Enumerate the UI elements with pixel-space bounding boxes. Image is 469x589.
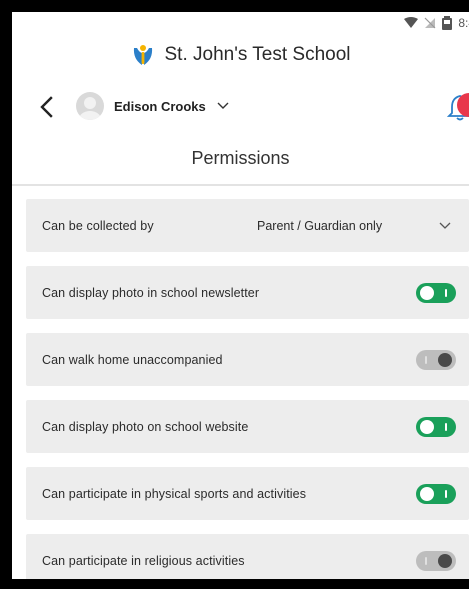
photo-website-toggle[interactable]: [416, 416, 456, 437]
permission-label: Can display photo on school website: [42, 419, 249, 434]
religious-toggle[interactable]: [416, 550, 456, 571]
avatar-placeholder-icon: [79, 97, 101, 120]
avatar[interactable]: [76, 92, 104, 120]
page-title: Permissions: [191, 148, 290, 168]
permission-collected-by[interactable]: Can be collected by Parent / Guardian on…: [26, 199, 469, 252]
no-signal-icon: [424, 17, 436, 29]
permission-label: Can walk home unaccompanied: [42, 352, 223, 367]
permission-sports: Can participate in physical sports and a…: [26, 467, 469, 520]
wifi-icon: [404, 17, 419, 29]
status-time: 8:4: [458, 16, 469, 30]
back-arrow-icon[interactable]: [38, 94, 56, 120]
divider: [12, 184, 469, 186]
permission-label: Can participate in physical sports and a…: [42, 486, 307, 501]
collected-by-select[interactable]: Parent / Guardian only: [257, 219, 382, 233]
permission-photo-newsletter: Can display photo in school newsletter: [26, 266, 469, 319]
permission-label: Can display photo in school newsletter: [42, 285, 260, 300]
school-logo-icon: [133, 45, 152, 65]
permission-walk-home: Can walk home unaccompanied: [26, 333, 469, 386]
permission-photo-website: Can display photo on school website: [26, 400, 469, 453]
school-header: St. John's Test School: [12, 40, 469, 70]
permission-religious: Can participate in religious activities: [26, 534, 469, 579]
chevron-down-icon[interactable]: [438, 219, 452, 233]
student-name[interactable]: Edison Crooks: [114, 99, 206, 114]
battery-icon: [442, 16, 453, 30]
school-name: St. John's Test School: [164, 44, 351, 65]
status-bar: 8:4: [404, 12, 469, 34]
student-bar: Edison Crooks: [12, 90, 469, 124]
app-screen: 8:4 St. John's Test School Edison Crooks: [12, 12, 469, 579]
sports-toggle[interactable]: [416, 483, 456, 504]
photo-newsletter-toggle[interactable]: [416, 282, 456, 303]
walk-home-toggle[interactable]: [416, 349, 456, 370]
permission-label: Can participate in religious activities: [42, 553, 245, 568]
permission-label: Can be collected by: [42, 218, 154, 233]
permissions-list: Can be collected by Parent / Guardian on…: [26, 199, 469, 579]
chevron-down-icon[interactable]: [216, 99, 230, 113]
device-frame: 8:4 St. John's Test School Edison Crooks: [0, 0, 469, 589]
